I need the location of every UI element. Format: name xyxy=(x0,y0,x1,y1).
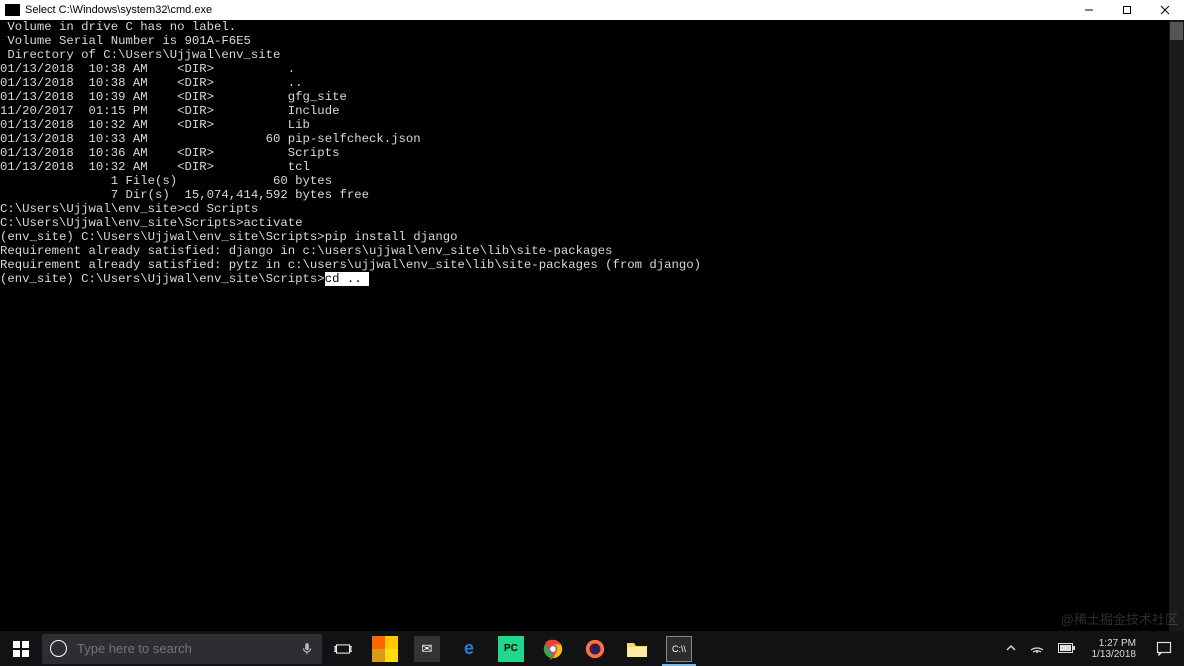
app-mail[interactable]: ✉ xyxy=(406,631,448,666)
clock-time: 1:27 PM xyxy=(1092,638,1137,649)
cortana-icon xyxy=(50,640,67,657)
terminal-line: 01/13/2018 10:32 AM <DIR> tcl xyxy=(0,160,1184,174)
tray-network-icon[interactable] xyxy=(1026,641,1048,656)
maximize-button[interactable] xyxy=(1108,0,1146,20)
terminal-line: Volume Serial Number is 901A-F6E5 xyxy=(0,34,1184,48)
terminal-line: C:\Users\Ujjwal\env_site>cd Scripts xyxy=(0,202,1184,216)
microphone-icon[interactable] xyxy=(300,642,314,656)
app-edge[interactable]: e xyxy=(448,631,490,666)
cmd-window: Select C:\Windows\system32\cmd.exe Volum… xyxy=(0,0,1184,631)
chrome-icon xyxy=(542,638,564,660)
terminal-line: 01/13/2018 10:39 AM <DIR> gfg_site xyxy=(0,90,1184,104)
terminal-line: Directory of C:\Users\Ujjwal\env_site xyxy=(0,48,1184,62)
terminal-line: C:\Users\Ujjwal\env_site\Scripts>activat… xyxy=(0,216,1184,230)
app-pycharm[interactable]: PC xyxy=(490,631,532,666)
terminal-line: 11/20/2017 01:15 PM <DIR> Include xyxy=(0,104,1184,118)
terminal-line: 7 Dir(s) 15,074,414,592 bytes free xyxy=(0,188,1184,202)
window-title: Select C:\Windows\system32\cmd.exe xyxy=(25,4,212,16)
terminal-line: Requirement already satisfied: django in… xyxy=(0,244,1184,258)
windows-icon xyxy=(13,641,29,657)
vertical-scrollbar[interactable] xyxy=(1169,20,1184,631)
app-cmd[interactable]: C:\\ xyxy=(658,631,700,666)
app-store[interactable] xyxy=(364,631,406,666)
terminal-line: 01/13/2018 10:38 AM <DIR> .. xyxy=(0,76,1184,90)
app-firefox[interactable] xyxy=(574,631,616,666)
search-input[interactable] xyxy=(77,641,300,656)
taskbar-search[interactable] xyxy=(42,634,322,664)
clock-date: 1/13/2018 xyxy=(1092,649,1137,660)
terminal-line: 1 File(s) 60 bytes xyxy=(0,174,1184,188)
notification-icon xyxy=(1156,641,1172,657)
firefox-icon xyxy=(584,638,606,660)
terminal-line: 01/13/2018 10:33 AM 60 pip-selfcheck.jso… xyxy=(0,132,1184,146)
terminal-line: (env_site) C:\Users\Ujjwal\env_site\Scri… xyxy=(0,230,1184,244)
app-file-explorer[interactable] xyxy=(616,631,658,666)
taskbar: ✉ e PC C:\\ 1:27 PM 1/13/2018 xyxy=(0,631,1184,666)
terminal-line: 01/13/2018 10:38 AM <DIR> . xyxy=(0,62,1184,76)
terminal-line: Requirement already satisfied: pytz in c… xyxy=(0,258,1184,272)
start-button[interactable] xyxy=(0,631,42,666)
terminal-prompt-line[interactable]: (env_site) C:\Users\Ujjwal\env_site\Scri… xyxy=(0,272,1184,286)
action-center-button[interactable] xyxy=(1148,631,1180,666)
task-view-icon xyxy=(334,640,352,658)
close-button[interactable] xyxy=(1146,0,1184,20)
folder-icon xyxy=(625,639,649,659)
task-view-button[interactable] xyxy=(322,631,364,666)
tray-battery-icon[interactable] xyxy=(1054,642,1080,656)
minimize-button[interactable] xyxy=(1070,0,1108,20)
terminal-line: 01/13/2018 10:36 AM <DIR> Scripts xyxy=(0,146,1184,160)
cmd-app-icon xyxy=(5,4,20,16)
terminal-output[interactable]: Volume in drive C has no label. Volume S… xyxy=(0,20,1184,631)
taskbar-clock[interactable]: 1:27 PM 1/13/2018 xyxy=(1086,638,1143,660)
terminal-line: 01/13/2018 10:32 AM <DIR> Lib xyxy=(0,118,1184,132)
terminal-selected-text[interactable]: cd .. xyxy=(325,272,369,286)
system-tray: 1:27 PM 1/13/2018 xyxy=(1002,631,1184,666)
titlebar[interactable]: Select C:\Windows\system32\cmd.exe xyxy=(0,0,1184,20)
tray-chevron-icon[interactable] xyxy=(1002,642,1020,656)
app-chrome[interactable] xyxy=(532,631,574,666)
scroll-thumb[interactable] xyxy=(1170,22,1183,40)
terminal-line: Volume in drive C has no label. xyxy=(0,20,1184,34)
